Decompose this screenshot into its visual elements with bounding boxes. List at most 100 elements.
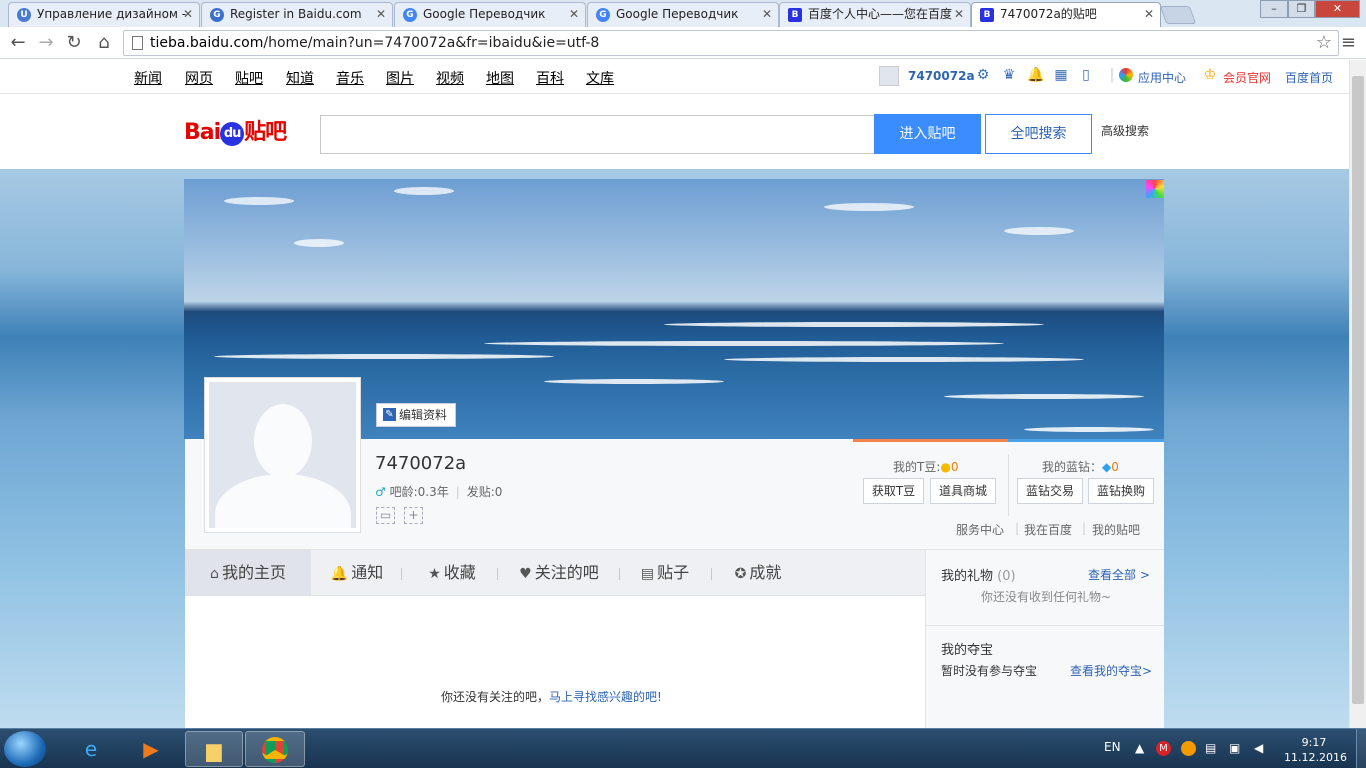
gift-icon[interactable]: ♛ — [1001, 67, 1017, 83]
tdou-text: 我的T豆: — [893, 460, 941, 474]
search-input[interactable] — [320, 115, 876, 154]
main-feed: 你还没有关注的吧，马上寻找感兴趣的吧! — [185, 596, 925, 728]
nav-link-tieba[interactable]: 贴吧 — [235, 68, 263, 88]
page-scrollbar[interactable] — [1349, 60, 1366, 728]
volume-icon[interactable]: ◀ — [1254, 741, 1263, 755]
chrome-icon[interactable] — [245, 731, 305, 767]
skin-palette-icon[interactable] — [1146, 180, 1164, 198]
nav-link-web[interactable]: 网页 — [185, 68, 213, 88]
nav-link-images[interactable]: 图片 — [386, 68, 414, 88]
view-my-treasure-link[interactable]: 查看我的夺宝> — [1070, 662, 1152, 679]
reload-icon[interactable]: ↻ — [62, 31, 86, 55]
my-tieba-link[interactable]: 我的贴吧 — [1092, 521, 1140, 538]
nav-link-video[interactable]: 视频 — [436, 68, 464, 88]
get-tdou-button[interactable]: 获取T豆 — [863, 478, 924, 504]
edit-profile-button[interactable]: ✎ 编辑资料 — [376, 403, 456, 427]
mobile-icon[interactable]: ▯ — [1078, 67, 1094, 83]
tray-app-icon[interactable] — [1181, 741, 1196, 756]
tab-notifications[interactable]: 🔔 通知 — [321, 550, 393, 596]
system-clock[interactable]: 9:17 11.12.2016 — [1284, 735, 1347, 765]
internet-explorer-icon[interactable]: e — [62, 731, 120, 767]
close-icon[interactable]: ✕ — [376, 3, 386, 26]
tab-achievements[interactable]: ✪ 成就 — [725, 550, 791, 596]
tab-label: 7470072a的贴吧 — [1000, 7, 1097, 21]
nav-link-wenku[interactable]: 文库 — [586, 68, 614, 88]
user-avatar-small[interactable] — [879, 66, 899, 86]
tab-favorites[interactable]: ★ 收藏 — [417, 550, 487, 596]
in-baidu-link[interactable]: 我在百度 — [1024, 521, 1072, 538]
close-icon[interactable]: ✕ — [183, 3, 193, 26]
diamond-trade-button[interactable]: 蓝钻交易 — [1017, 478, 1083, 504]
props-shop-button[interactable]: 道具商城 — [930, 478, 996, 504]
language-indicator[interactable]: EN — [1104, 740, 1121, 754]
tab-google-translate-2[interactable]: G Google Переводчик ✕ — [587, 2, 779, 27]
media-player-icon[interactable]: ▶ — [122, 731, 180, 767]
bell-icon[interactable]: 🔔 — [1027, 67, 1044, 83]
tab-favicon-icon: G — [596, 8, 610, 22]
top-username[interactable]: 7470072a — [908, 69, 975, 83]
badge-slot-icon[interactable]: ▭ — [376, 507, 395, 524]
start-button[interactable] — [4, 731, 46, 767]
minimize-button[interactable]: – — [1260, 0, 1288, 18]
close-window-button[interactable]: ✕ — [1315, 0, 1360, 18]
url-bar[interactable]: tieba.baidu.com/home/main?un=7470072a&fr… — [123, 30, 1339, 56]
nav-link-zhidao[interactable]: 知道 — [286, 68, 314, 88]
tab-register-baidu[interactable]: G Register in Baidu.com ✕ — [201, 2, 393, 27]
close-icon[interactable]: ✕ — [569, 3, 579, 26]
app-center-link[interactable]: 应用中心 — [1138, 69, 1186, 86]
back-icon[interactable]: ← — [6, 31, 30, 55]
browser-menu-icon[interactable]: ≡ — [1341, 32, 1356, 53]
close-icon[interactable]: ✕ — [954, 3, 964, 26]
gear-icon[interactable]: ⚙ — [975, 67, 991, 83]
avatar[interactable] — [204, 377, 361, 533]
nav-link-baike[interactable]: 百科 — [536, 68, 564, 88]
enter-bar-button[interactable]: 进入贴吧 — [874, 114, 981, 154]
network-icon[interactable]: ▣ — [1229, 741, 1240, 755]
maximize-button[interactable]: ❐ — [1288, 0, 1315, 18]
scrollbar-thumb[interactable] — [1352, 76, 1364, 704]
close-icon[interactable]: ✕ — [1144, 3, 1154, 26]
new-tab-button[interactable] — [1159, 6, 1197, 24]
vip-link[interactable]: 会员官网 — [1223, 69, 1271, 86]
baidu-paw-icon: B — [788, 8, 802, 22]
add-badge-icon[interactable]: + — [404, 507, 423, 524]
tray-expand-icon[interactable]: ▲ — [1135, 741, 1144, 755]
treasure-title: 我的夺宝 — [941, 643, 994, 658]
home-icon: ⌂ — [210, 566, 219, 582]
file-explorer-icon[interactable]: ▆ — [185, 731, 243, 767]
search-all-bars-button[interactable]: 全吧搜索 — [985, 114, 1092, 154]
show-desktop-button[interactable] — [1356, 729, 1366, 768]
nav-link-music[interactable]: 音乐 — [336, 68, 364, 88]
clipboard-icon[interactable]: ▤ — [1205, 741, 1216, 755]
tab-followed-bars[interactable]: ♥ 关注的吧 — [511, 550, 607, 596]
tab-label: Google Переводчик — [616, 7, 739, 21]
nav-link-news[interactable]: 新闻 — [134, 68, 162, 88]
pencil-icon: ✎ — [383, 408, 396, 421]
tab-tieba-active[interactable]: B 7470072a的贴吧 ✕ — [971, 2, 1161, 27]
nav-link-map[interactable]: 地图 — [486, 68, 514, 88]
bar-age: 吧龄:0.3年 — [389, 485, 449, 499]
tab-my-homepage[interactable]: ⌂ 我的主页 — [185, 550, 311, 596]
baidu-tieba-logo[interactable]: Bai du 贴吧 — [184, 114, 287, 146]
tab-posts[interactable]: ▤ 贴子 — [633, 550, 697, 596]
view-all-gifts-link[interactable]: 查看全部 > — [1088, 566, 1150, 583]
find-bars-link[interactable]: 马上寻找感兴趣的吧! — [549, 690, 662, 704]
wave — [724, 357, 1084, 362]
tab-label: Google Переводчик — [423, 7, 546, 21]
advanced-search-link[interactable]: 高级搜索 — [1101, 122, 1149, 139]
shop-icon[interactable]: ▦ — [1053, 67, 1069, 83]
tab-baidu-personal-center[interactable]: B 百度个人中心——您在百度 ✕ — [779, 2, 971, 27]
mail-app-icon[interactable]: M — [1156, 741, 1171, 756]
url-text[interactable]: tieba.baidu.com/home/main?un=7470072a&fr… — [150, 35, 599, 51]
divider — [711, 568, 712, 580]
forward-icon[interactable]: → — [34, 31, 58, 55]
bookmark-star-icon[interactable]: ☆ — [1316, 32, 1332, 53]
baidu-home-link[interactable]: 百度首页 — [1285, 69, 1333, 86]
close-icon[interactable]: ✕ — [762, 3, 772, 26]
tab-design-management[interactable]: U Управление дизайном - ✕ — [8, 2, 200, 27]
diamond-exchange-button[interactable]: 蓝钻换购 — [1088, 478, 1154, 504]
divider: | — [1015, 521, 1020, 535]
service-center-link[interactable]: 服务中心 — [956, 521, 1004, 538]
tab-google-translate-1[interactable]: G Google Переводчик ✕ — [394, 2, 586, 27]
home-icon[interactable]: ⌂ — [92, 31, 116, 55]
